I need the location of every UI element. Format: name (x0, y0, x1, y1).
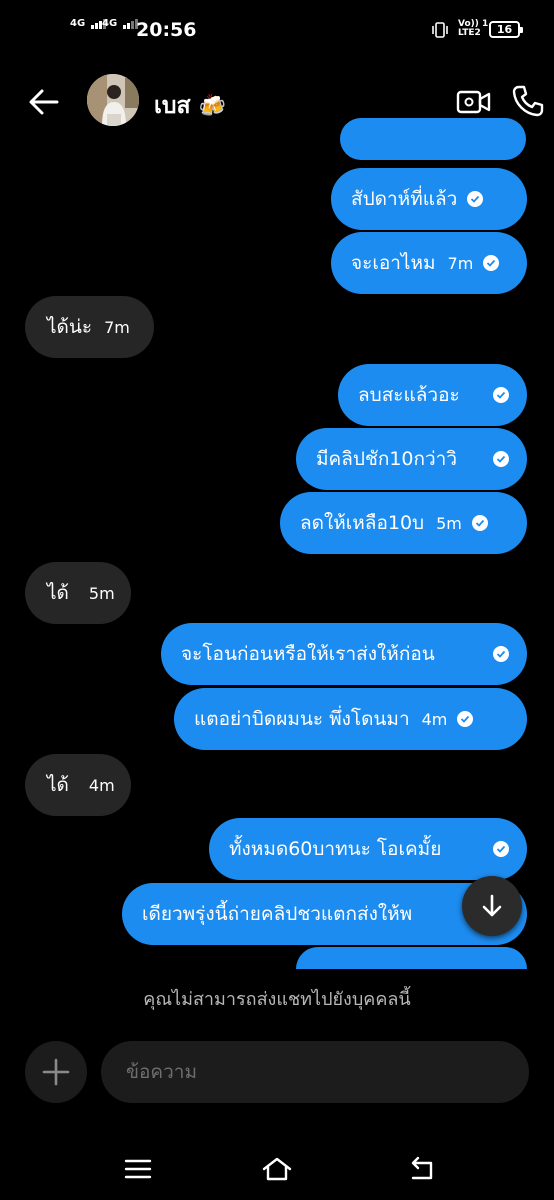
message-time: 4m (88, 775, 115, 795)
message-text: ลบสะแล้วอะ (358, 384, 460, 406)
message-bubble-outgoing[interactable]: สัปดาห์ที่แล้ว (331, 168, 527, 230)
message-bubble-outgoing[interactable] (296, 947, 527, 969)
vibrate-icon (432, 22, 448, 38)
scroll-to-bottom-button[interactable] (462, 876, 522, 936)
seen-check-icon (493, 387, 509, 403)
message-time: 5m (88, 583, 115, 603)
message-bubble-outgoing[interactable]: ลบสะแล้วอะ (338, 364, 527, 426)
sim2-signal: 4G (102, 18, 139, 29)
status-bar: 4G 4G 20:56 Vo)) 1 LTE2 16 (0, 0, 554, 62)
message-text: เดียวพรุ่งนี้ถ่ายคลิปชวแตกส่งให้พ (142, 903, 413, 925)
volte-indicator: Vo)) 1 LTE2 (458, 20, 488, 38)
seen-check-icon (457, 711, 474, 727)
back-nav-icon[interactable] (405, 1154, 437, 1184)
back-arrow-icon[interactable] (27, 85, 61, 119)
menu-icon[interactable] (122, 1154, 154, 1184)
seen-check-icon (493, 646, 509, 662)
battery-icon: 16 (489, 21, 523, 38)
sim1-label: 4G (70, 18, 86, 29)
seen-check-icon (493, 451, 509, 467)
message-bubble-outgoing[interactable]: มีคลิปชัก10กว่าวิ (296, 428, 527, 490)
message-input-container[interactable] (101, 1041, 529, 1103)
message-bubble-incoming[interactable]: ได้ 5m (25, 562, 131, 624)
battery-level: 16 (496, 23, 513, 36)
contact-name-text: เบส (154, 93, 191, 119)
message-time: 5m (436, 513, 462, 533)
message-bubble-incoming[interactable]: ได้ 4m (25, 754, 131, 816)
message-bubble-outgoing[interactable] (340, 118, 526, 160)
message-bubble-outgoing[interactable]: จะโอนก่อนหรือให้เราส่งให้ก่อน (161, 623, 527, 685)
seen-check-icon (467, 191, 484, 207)
message-text: มีคลิปชัก10กว่าวิ (316, 448, 458, 470)
clock: 20:56 (136, 19, 197, 41)
message-bubble-outgoing[interactable]: แตอย่าบิดผมนะ พึ่งโดนมา 4m (174, 688, 527, 750)
message-time: 7m (447, 253, 474, 273)
avatar-photo-icon (87, 74, 139, 126)
message-text: จะโอนก่อนหรือให้เราส่งให้ก่อน (181, 643, 435, 665)
contact-name[interactable]: เบส 🍻 (154, 88, 226, 124)
home-icon[interactable] (261, 1154, 293, 1184)
message-text: แตอย่าบิดผมนะ พึ่งโดนมา (194, 708, 410, 730)
seen-check-icon (493, 841, 509, 857)
message-input[interactable] (101, 1041, 529, 1103)
message-bubble-outgoing[interactable]: จะเอาไหม 7m (331, 232, 527, 294)
cannot-message-notice: คุณไม่สามารถส่งแชทไปยังบุคคลนี้ (143, 989, 411, 1010)
message-text: จะเอาไหม (351, 252, 436, 274)
phone-call-icon[interactable] (511, 84, 545, 118)
message-text: ได้น่ะ (47, 316, 93, 338)
message-text: ลดให้เหลือ10บ (300, 512, 425, 534)
message-text: ได้ (47, 582, 69, 604)
sim2-label: 4G (102, 18, 118, 29)
beer-emoji: 🍻 (198, 94, 226, 119)
message-bubble-outgoing[interactable]: ทั้งหมด60บาทนะ โอเคมั้ย (209, 818, 527, 880)
video-call-icon[interactable] (456, 88, 492, 116)
volte-line2: LTE2 (458, 28, 481, 38)
message-bubble-incoming[interactable]: ได้น่ะ 7m (25, 296, 154, 358)
message-time: 4m (421, 709, 448, 729)
seen-check-icon (471, 515, 488, 531)
system-navigation-bar (0, 1140, 554, 1200)
message-text: สัปดาห์ที่แล้ว (351, 188, 458, 210)
message-time: 7m (104, 317, 130, 337)
message-text: ได้ (47, 774, 69, 796)
plus-icon (42, 1058, 70, 1086)
message-text: ทั้งหมด60บาทนะ โอเคมั้ย (229, 838, 442, 860)
seen-check-icon (483, 255, 500, 271)
message-bubble-outgoing[interactable]: ลดให้เหลือ10บ 5m (280, 492, 527, 554)
arrow-down-icon (482, 894, 502, 917)
avatar[interactable] (87, 74, 139, 126)
add-attachment-button[interactable] (25, 1041, 87, 1103)
